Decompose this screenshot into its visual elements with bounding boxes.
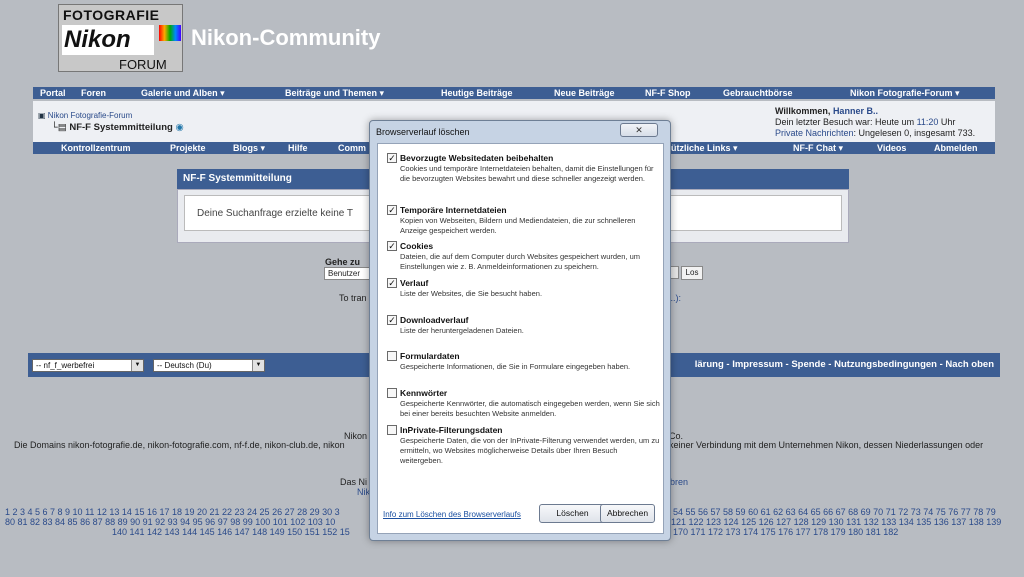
username-link[interactable]: Hanner B.. <box>833 106 878 116</box>
footer-links[interactable]: lärung - Impressum - Spende - Nutzungsbe… <box>695 359 994 370</box>
welcome-box: Willkommen, Hanner B.. Dein letzter Besu… <box>775 106 975 139</box>
close-icon: ✕ <box>635 125 643 135</box>
disclaimer-line3-left: Das Ni <box>340 477 368 487</box>
page-links-row2-right[interactable]: 121 122 123 124 125 126 127 128 129 130 … <box>671 517 1001 527</box>
private-messages-link[interactable]: Private Nachrichten <box>775 128 854 138</box>
nav-neue-beitraege[interactable]: Neue Beiträge <box>554 87 615 99</box>
checkbox-history[interactable]: ✓ <box>387 278 397 288</box>
option-description: Cookies und temporäre Internetdateien be… <box>400 164 654 183</box>
checkbox-keep-favorites[interactable]: ✓ <box>387 153 397 163</box>
breadcrumb: ▣ Nikon Fotografie-Forum <box>38 110 132 120</box>
disclaimer-line2-right: keiner Verbindung mit dem Unternehmen Ni… <box>669 440 984 450</box>
goto-select[interactable]: Benutzer <box>324 267 370 280</box>
page-links-row3-right[interactable]: 170 171 172 173 174 175 176 177 178 179 … <box>673 527 898 537</box>
nav-community[interactable]: Comm <box>338 142 366 154</box>
logo-text-bottom: FORUM <box>119 57 167 72</box>
nav-galerie[interactable]: Galerie und Alben ▾ <box>141 87 225 99</box>
logo-color-stripe <box>159 25 181 41</box>
option-title: Bevorzugte Websitedaten beibehalten <box>400 153 554 163</box>
nav-chat[interactable]: NF-F Chat ▾ <box>793 142 843 154</box>
option-description: Gespeicherte Daten, die von der InPrivat… <box>400 436 660 465</box>
page-links-row2-left[interactable]: 80 81 82 83 84 85 86 87 88 89 90 91 92 9… <box>5 517 335 527</box>
option-description: Liste der Websites, die Sie besucht habe… <box>400 289 543 298</box>
translate-text: To tran <box>339 293 367 303</box>
option-title: Cookies <box>400 241 434 251</box>
disclaimer-line1-left: Nikon <box>344 431 368 441</box>
option-title: Formulardaten <box>400 351 460 361</box>
option-description: Gespeicherte Kennwörter, die automatisch… <box>400 399 660 418</box>
checkbox-temp-files[interactable]: ✓ <box>387 205 397 215</box>
option-title: InPrivate-Filterungsdaten <box>400 425 503 435</box>
page-links-row1-right[interactable]: 54 55 56 57 58 59 60 61 62 63 64 65 66 6… <box>673 507 996 517</box>
delete-button[interactable]: Löschen <box>539 504 606 523</box>
goto-button[interactable]: Los <box>681 266 703 280</box>
style-select-value: -- nf_f_werbefrei <box>36 361 95 370</box>
style-select[interactable]: -- nf_f_werbefrei ▼ <box>32 359 144 372</box>
last-visit-label: Dein letzter Besuch war: Heute um <box>775 117 917 127</box>
nav-projekte[interactable]: Projekte <box>170 142 206 154</box>
checkbox-inprivate-data[interactable] <box>387 425 397 435</box>
nav-abmelden[interactable]: Abmelden <box>934 142 978 154</box>
language-select[interactable]: -- Deutsch (Du) ▼ <box>153 359 265 372</box>
chevron-down-icon: ▼ <box>252 360 264 371</box>
page-links-row3-left[interactable]: 140 141 142 143 144 145 146 147 148 149 … <box>112 527 350 537</box>
option-description: Gespeicherte Informationen, die Sie in F… <box>400 362 631 371</box>
breadcrumb-root[interactable]: Nikon Fotografie-Forum <box>48 111 132 120</box>
dialog-body: ✓ Bevorzugte Websitedaten beibehalten Co… <box>377 143 664 534</box>
page-title-text: NF-F Systemmitteilung <box>69 122 173 133</box>
nav-forum-menu[interactable]: Nikon Fotografie-Forum ▾ <box>850 87 960 99</box>
page-links-row1-left[interactable]: 1 2 3 4 5 6 7 8 9 10 11 12 13 14 15 16 1… <box>5 507 340 517</box>
disclaimer-line2-left: Die Domains nikon-fotografie.de, nikon-f… <box>14 440 345 450</box>
nav-beitraege-themen[interactable]: Beiträge und Themen ▾ <box>285 87 384 99</box>
welcome-prefix: Willkommen, <box>775 106 833 116</box>
nav-kontrollzentrum[interactable]: Kontrollzentrum <box>61 142 131 154</box>
forum-logo[interactable]: FOTOGRAFIE Nikon FORUM <box>58 4 183 72</box>
nav-portal[interactable]: Portal <box>40 87 66 99</box>
checkbox-download-history[interactable]: ✓ <box>387 315 397 325</box>
option-description: Liste der heruntergeladenen Dateien. <box>400 326 524 335</box>
checkbox-form-data[interactable] <box>387 351 397 361</box>
info-delete-history-link[interactable]: Info zum Löschen des Browserverlaufs <box>383 510 521 519</box>
option-title: Downloadverlauf <box>400 315 469 325</box>
checkbox-passwords[interactable] <box>387 388 397 398</box>
nav-gebrauchtboerse[interactable]: Gebrauchtbörse <box>723 87 793 99</box>
refresh-icon[interactable]: ◉ <box>175 122 183 133</box>
disclaimer-line3-right[interactable]: bren <box>670 477 688 487</box>
top-navbar: Portal Foren Galerie und Alben ▾ Beiträg… <box>33 87 995 99</box>
option-description: Dateien, die auf dem Computer durch Webs… <box>400 252 640 271</box>
forum-icon: ▣ <box>38 111 48 120</box>
option-title: Verlauf <box>400 278 429 288</box>
private-messages-count: : Ungelesen 0, insgesamt 733. <box>853 128 976 138</box>
option-description: Kopien von Webseiten, Bildern und Medien… <box>400 216 636 235</box>
nav-nuetzliche-links[interactable]: ützliche Links ▾ <box>671 142 738 154</box>
checkbox-cookies[interactable]: ✓ <box>387 241 397 251</box>
chevron-down-icon: ▼ <box>131 360 143 371</box>
last-visit-time: 11:20 <box>916 117 939 127</box>
nav-videos[interactable]: Videos <box>877 142 906 154</box>
folder-icon: └▤ <box>51 122 70 133</box>
language-select-value: -- Deutsch (Du) <box>157 361 212 370</box>
nav-blogs[interactable]: Blogs ▾ <box>233 142 265 154</box>
dialog-title: Browserverlauf löschen <box>376 127 470 137</box>
last-visit-suffix: Uhr <box>938 117 956 127</box>
logo-text-brand: Nikon <box>62 25 154 55</box>
option-title: Temporäre Internetdateien <box>400 205 507 215</box>
goto-label: Gehe zu <box>325 257 361 267</box>
logo-text-top: FOTOGRAFIE <box>63 7 160 23</box>
nav-shop[interactable]: NF-F Shop <box>645 87 691 99</box>
page-title: └▤ NF-F Systemmitteilung ◉ <box>51 122 184 133</box>
site-title: Nikon-Community <box>191 25 381 50</box>
nav-foren[interactable]: Foren <box>81 87 106 99</box>
nav-hilfe[interactable]: Hilfe <box>288 142 308 154</box>
close-button[interactable]: ✕ <box>620 123 658 137</box>
nav-heutige-beitraege[interactable]: Heutige Beiträge <box>441 87 513 99</box>
cancel-button[interactable]: Abbrechen <box>600 504 655 523</box>
option-title: Kennwörter <box>400 388 448 398</box>
delete-history-dialog: Browserverlauf löschen ✕ ✓ Bevorzugte We… <box>369 120 671 541</box>
